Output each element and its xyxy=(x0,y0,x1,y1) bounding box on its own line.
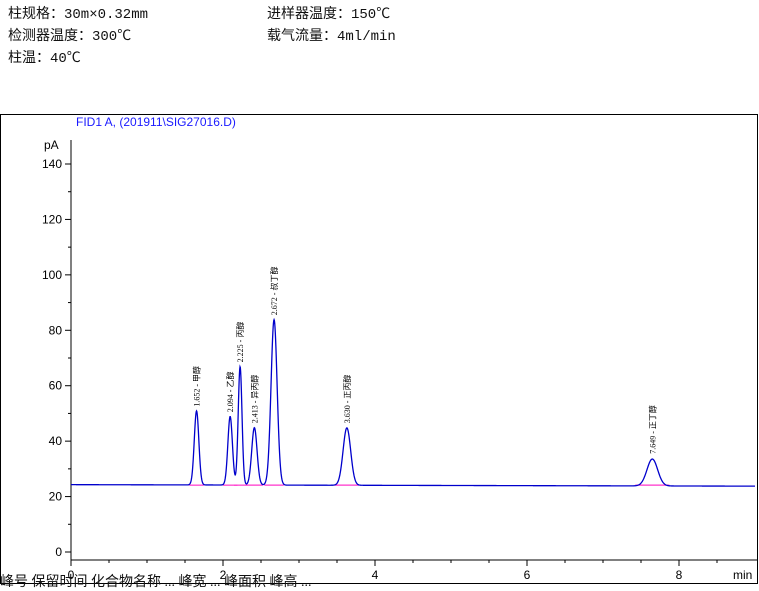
x-tick-label: 4 xyxy=(372,568,379,582)
peak-label: 1.652 - 甲醇 xyxy=(192,366,202,407)
x-axis-label: min xyxy=(733,568,752,582)
peak-label: 2.225 - 丙醇 xyxy=(235,322,245,363)
chromatogram-chart: FID1 A, (201911\SIG27016.D) pA min 0 20 40… xyxy=(0,114,758,584)
y-tick-label: 20 xyxy=(49,490,63,504)
y-tick-label: 80 xyxy=(49,323,63,337)
peak-label: 2.672 - 叔丁醇 xyxy=(269,267,279,316)
y-tick-label: 40 xyxy=(49,434,63,448)
x-tick-label: 6 xyxy=(524,568,531,582)
y-tick-label: 0 xyxy=(55,545,62,559)
peak-label: 2.094 - 乙醇 xyxy=(225,372,235,413)
y-axis-label: pA xyxy=(44,138,59,152)
signal-trace xyxy=(71,317,755,487)
y-tick-label: 100 xyxy=(42,268,62,282)
peak-label: 7.649 - 正丁醇 xyxy=(647,405,657,454)
plot-frame xyxy=(0,114,758,584)
chart-title: FID1 A, (201911\SIG27016.D) xyxy=(76,115,236,129)
y-tick-label: 120 xyxy=(42,212,62,226)
peak-label: 2.413 - 异丙醇 xyxy=(249,375,259,424)
x-tick-label: 8 xyxy=(676,568,683,582)
results-table-header-cut: 峰号 保留时间 化合物名称 ... 峰宽 ... 峰面积 峰高 ... xyxy=(0,575,312,590)
y-tick-label: 60 xyxy=(49,379,63,393)
y-tick-label: 140 xyxy=(42,157,62,171)
peak-label: 3.630 - 正丙醇 xyxy=(342,375,352,424)
